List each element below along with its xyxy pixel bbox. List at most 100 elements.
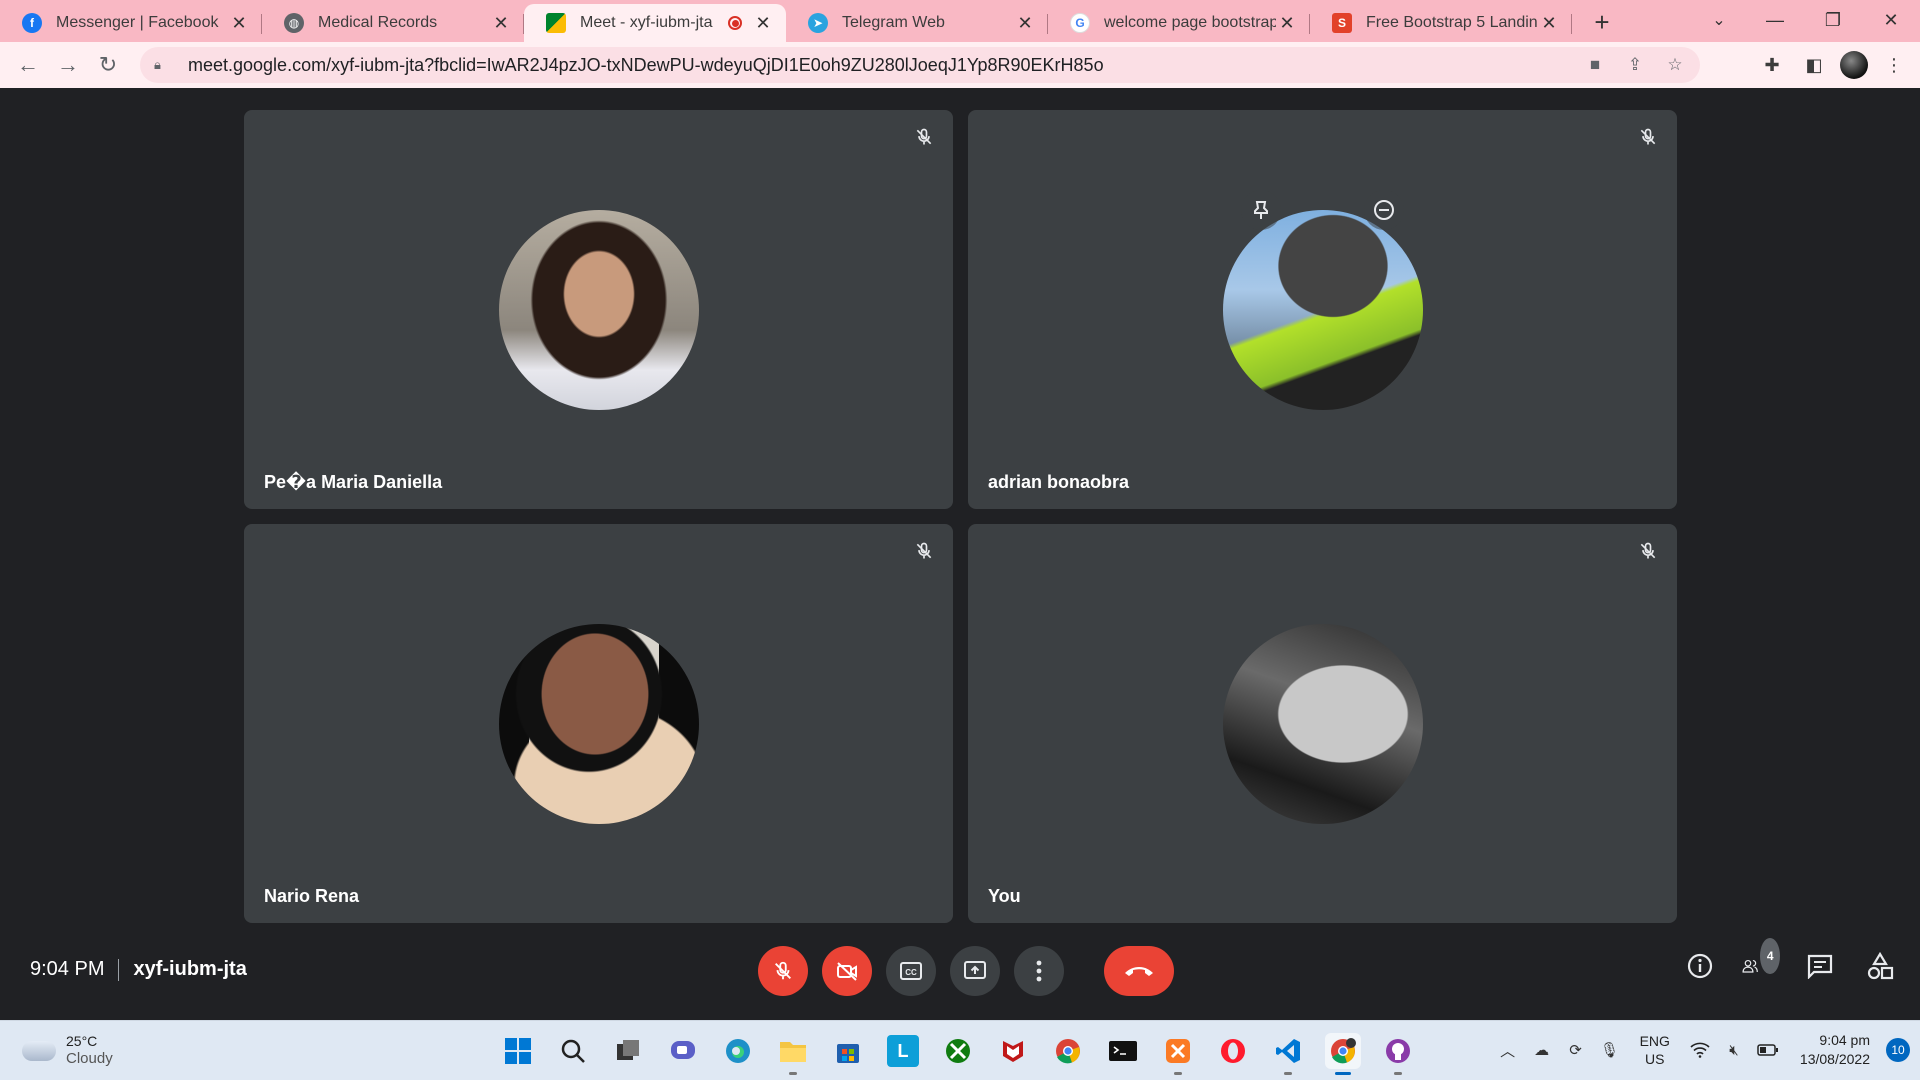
system-clock[interactable]: 9:04 pm 13/08/2022 — [1800, 1031, 1870, 1069]
notification-count-badge[interactable]: 10 — [1886, 1038, 1910, 1062]
opera-icon[interactable] — [1215, 1033, 1251, 1069]
new-tab-button[interactable]: + — [1584, 4, 1620, 40]
people-icon — [1742, 959, 1758, 973]
leave-call-button[interactable] — [1104, 946, 1174, 996]
back-arrow-icon[interactable]: ← — [8, 45, 48, 85]
reload-icon[interactable]: ↻ — [88, 45, 128, 85]
tab-medical-records[interactable]: ◍ Medical Records ✕ — [262, 4, 524, 42]
clock-time: 9:04 pm — [1819, 1032, 1870, 1048]
participant-tile[interactable]: You — [968, 524, 1677, 923]
google-icon: G — [1070, 13, 1090, 33]
tab-messenger[interactable]: f Messenger | Facebook ✕ — [0, 4, 262, 42]
tab-telegram[interactable]: ➤ Telegram Web ✕ — [786, 4, 1048, 42]
volume-muted-icon[interactable]: 🔇︎ — [1722, 1038, 1746, 1062]
close-tab-icon[interactable]: ✕ — [490, 12, 512, 34]
tab-title: Meet - xyf-iubm-jta — [580, 14, 713, 31]
remove-from-call-icon[interactable] — [1364, 190, 1404, 230]
start-windows-icon[interactable] — [500, 1033, 536, 1069]
mcafee-icon[interactable] — [995, 1033, 1031, 1069]
people-button[interactable]: 4 — [1742, 938, 1780, 984]
running-indicator — [1174, 1072, 1182, 1075]
minimize-icon[interactable]: — — [1746, 0, 1804, 40]
close-tab-icon[interactable]: ✕ — [1276, 12, 1298, 34]
captions-button[interactable]: CC — [886, 946, 936, 996]
tab-google-search[interactable]: G welcome page bootstrap - ✕ — [1048, 4, 1310, 42]
close-tab-icon[interactable]: ✕ — [1014, 12, 1036, 34]
muted-mic-icon — [1633, 122, 1663, 152]
terminal-icon[interactable] — [1105, 1033, 1141, 1069]
forward-arrow-icon[interactable]: → — [48, 45, 88, 85]
pin-icon[interactable] — [1241, 190, 1281, 230]
window-controls: — ❐ ✕ — [1746, 0, 1920, 40]
windows-taskbar: 25°C Cloudy L ︿ ☁ ⟳ 🎙︎ ENG US 🔇︎ 9:04 pm… — [0, 1020, 1920, 1080]
language-code: ENG — [1639, 1033, 1670, 1049]
more-options-button[interactable] — [1014, 946, 1064, 996]
tab-separator — [1571, 14, 1572, 34]
wifi-icon[interactable] — [1688, 1038, 1712, 1062]
meeting-details-info-icon[interactable] — [1682, 948, 1718, 984]
participant-tile[interactable]: adrian bonaobra — [968, 110, 1677, 509]
task-view-icon[interactable] — [610, 1033, 646, 1069]
tab-title: Medical Records — [318, 14, 438, 31]
meet-stage: Pe�a Maria Daniella adrian bonaobra Nari… — [0, 88, 1920, 1020]
close-window-icon[interactable]: ✕ — [1862, 0, 1920, 40]
weather-temperature: 25°C — [66, 1033, 98, 1049]
meeting-details: 9:04 PM xyf-iubm-jta — [30, 958, 247, 981]
edge-icon[interactable] — [720, 1033, 756, 1069]
globe-icon: ◍ — [284, 13, 304, 33]
chat-icon[interactable] — [1802, 948, 1838, 984]
chrome-menu-icon[interactable]: ⋮ — [1878, 49, 1910, 81]
meeting-time: 9:04 PM — [30, 958, 105, 980]
participant-tile[interactable]: Nario Rena — [244, 524, 953, 923]
tab-title: welcome page bootstrap - — [1104, 14, 1276, 31]
microphone-icon[interactable]: 🎙︎ — [1598, 1038, 1622, 1062]
camera-in-use-icon[interactable]: ■ — [1582, 53, 1608, 77]
address-bar[interactable]: 🔒︎ meet.google.com/xyf-iubm-jta?fbclid=I… — [140, 47, 1700, 83]
xbox-icon[interactable] — [940, 1033, 976, 1069]
running-indicator — [789, 1072, 797, 1075]
share-icon[interactable]: ⇪ — [1622, 53, 1648, 77]
onedrive-cloud-icon[interactable]: ☁ — [1530, 1038, 1554, 1062]
github-desktop-icon[interactable] — [1380, 1033, 1416, 1075]
extensions-puzzle-icon[interactable]: ✚ — [1756, 49, 1788, 81]
l-app-icon[interactable]: L — [887, 1035, 919, 1067]
url-text[interactable]: meet.google.com/xyf-iubm-jta?fbclid=IwAR… — [188, 55, 1700, 76]
show-hidden-icons-chevron-icon[interactable]: ︿ — [1496, 1038, 1520, 1062]
search-icon[interactable] — [555, 1033, 591, 1069]
close-tab-icon[interactable]: ✕ — [752, 12, 774, 34]
file-explorer-icon[interactable] — [775, 1033, 811, 1075]
activities-icon[interactable] — [1862, 948, 1898, 984]
svg-text:CC: CC — [905, 968, 917, 977]
profile-avatar[interactable] — [1840, 51, 1868, 79]
tab-google-meet[interactable]: Meet - xyf-iubm-jta ✕ — [524, 4, 786, 42]
system-tray: ︿ ☁ ⟳ 🎙︎ ENG US 🔇︎ 9:04 pm 13/08/2022 10 — [1496, 1031, 1910, 1069]
microphone-toggle-button[interactable] — [758, 946, 808, 996]
muted-mic-icon — [909, 122, 939, 152]
facebook-icon: f — [22, 13, 42, 33]
tab-search-chevron-icon[interactable]: ⌄ — [1704, 6, 1734, 34]
participant-name: Nario Rena — [264, 886, 360, 906]
teams-chat-icon[interactable] — [665, 1033, 701, 1069]
weather-widget[interactable]: 25°C Cloudy — [22, 1033, 113, 1068]
input-language[interactable]: ENG US — [1640, 1032, 1670, 1068]
participant-name: Pe�a Maria Daniella — [264, 472, 443, 492]
clock-date: 13/08/2022 — [1799, 1051, 1870, 1067]
battery-icon[interactable] — [1756, 1038, 1780, 1062]
microsoft-store-icon[interactable] — [830, 1033, 866, 1069]
participant-tile[interactable]: Pe�a Maria Daniella — [244, 110, 953, 509]
tab-bootstrap-landing[interactable]: S Free Bootstrap 5 Landing P ✕ — [1310, 4, 1572, 42]
chrome-active-icon[interactable] — [1325, 1033, 1361, 1075]
close-tab-icon[interactable]: ✕ — [228, 12, 250, 34]
participant-name: You — [988, 886, 1021, 906]
present-screen-button[interactable] — [950, 946, 1000, 996]
camera-toggle-button[interactable] — [822, 946, 872, 996]
vscode-icon[interactable] — [1270, 1033, 1306, 1075]
recording-indicator-icon — [728, 16, 742, 30]
bookmark-star-icon[interactable]: ☆ — [1662, 53, 1688, 77]
restore-icon[interactable]: ❐ — [1804, 0, 1862, 40]
xampp-icon[interactable] — [1160, 1033, 1196, 1075]
side-panel-icon[interactable]: ◧ — [1798, 49, 1830, 81]
sync-icon[interactable]: ⟳ — [1564, 1038, 1588, 1062]
close-tab-icon[interactable]: ✕ — [1538, 12, 1560, 34]
chrome-icon[interactable] — [1050, 1033, 1086, 1069]
